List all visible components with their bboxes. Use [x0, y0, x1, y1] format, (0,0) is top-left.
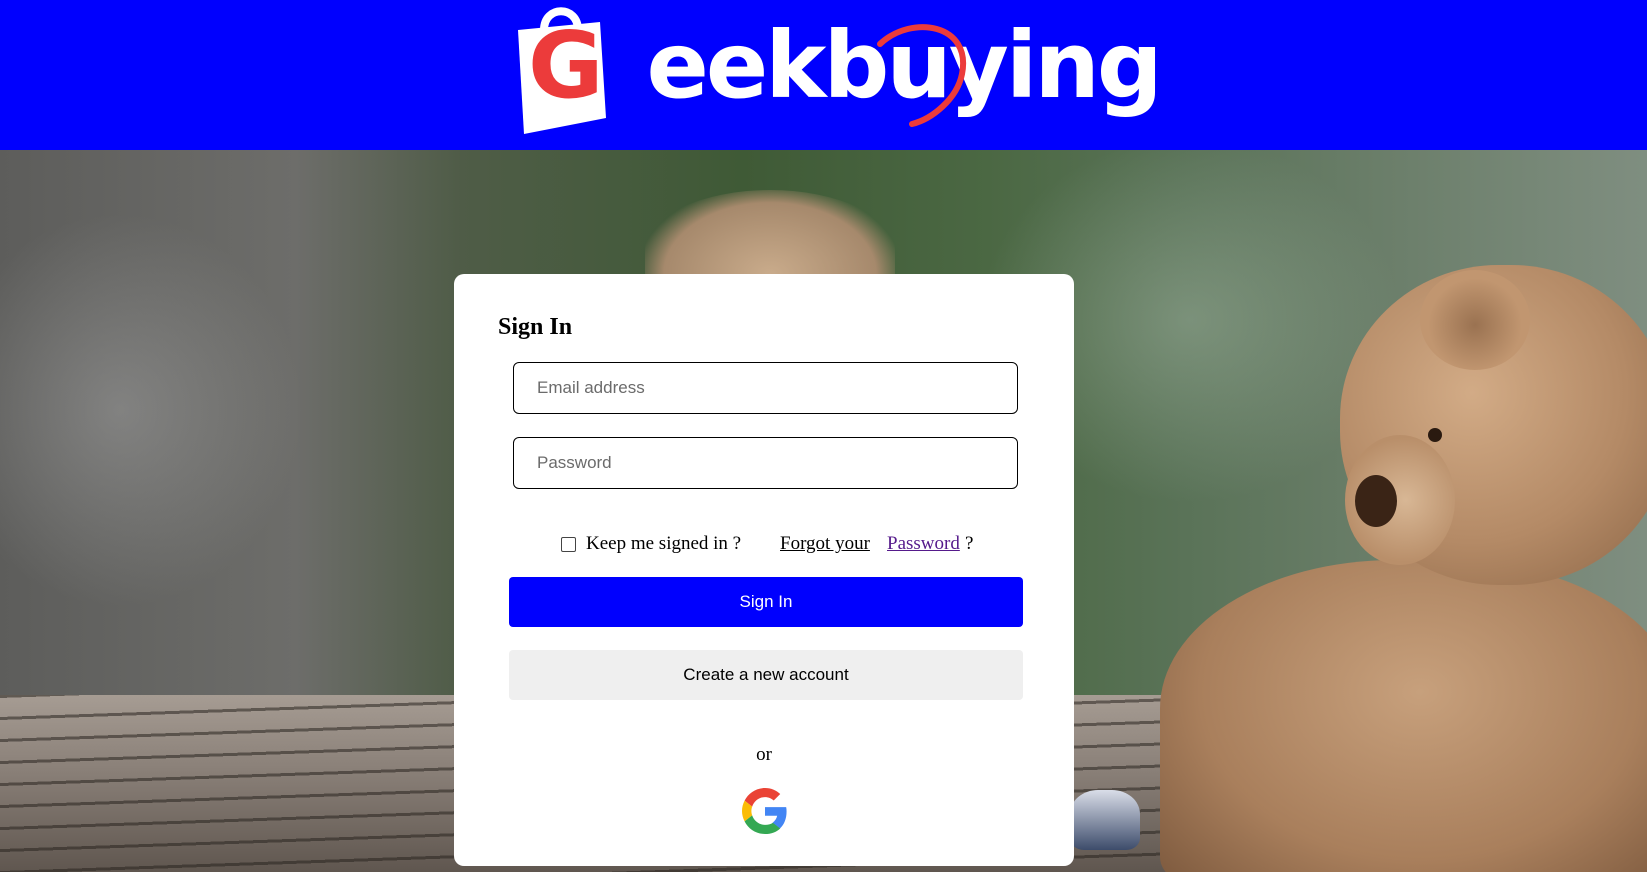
child-shoe — [1070, 790, 1140, 850]
geekbuying-logo[interactable]: G Geekbuying — [512, 0, 1163, 140]
teddy-bear-eye — [1428, 428, 1442, 442]
teddy-bear-nose — [1355, 475, 1397, 527]
create-account-button[interactable]: Create a new account — [509, 650, 1023, 700]
sign-in-title: Sign In — [498, 314, 573, 340]
forgot-your-link[interactable]: Forgot your — [780, 533, 870, 555]
teddy-bear-ear — [1420, 270, 1530, 370]
sign-in-options: Keep me signed in ? Forgot your Password… — [454, 531, 1074, 561]
email-field[interactable] — [513, 362, 1018, 414]
logo-swoosh-icon — [877, 24, 967, 127]
question-mark: ? — [965, 533, 974, 554]
logo-wordmark: Geekbuying — [574, 20, 1163, 112]
google-icon[interactable] — [742, 788, 788, 834]
sign-in-button[interactable]: Sign In — [509, 577, 1023, 627]
sign-in-card: Sign In Keep me signed in ? Forgot your … — [454, 274, 1074, 866]
keep-signed-in-checkbox[interactable] — [561, 537, 576, 552]
password-field[interactable] — [513, 437, 1018, 489]
site-header: G Geekbuying — [0, 0, 1647, 150]
or-divider-text: or — [756, 744, 772, 765]
keep-signed-in-label[interactable]: Keep me signed in ? — [586, 533, 741, 555]
teddy-bear-body — [1160, 560, 1647, 872]
forgot-password-link[interactable]: Password — [887, 533, 960, 555]
